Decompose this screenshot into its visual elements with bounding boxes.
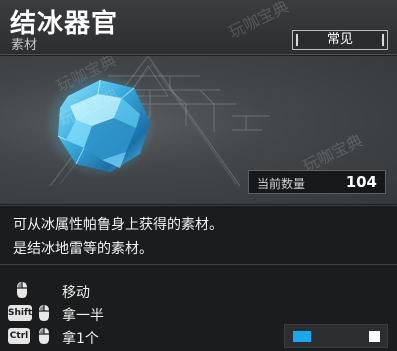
- controls-hint: 移动 Shift 拿一半 Ctrl 拿1个: [0, 266, 397, 351]
- control-move[interactable]: 移动: [0, 280, 260, 302]
- mouse-left-click-icon: [17, 282, 27, 298]
- item-header: 结冰器官 素材 常见 玩咖宝典: [0, 0, 397, 55]
- owned-label: 当前数量: [257, 177, 306, 191]
- control-label: 移动: [62, 285, 90, 301]
- control-take-half[interactable]: Shift 拿一半: [0, 303, 260, 325]
- quantity-slider[interactable]: [284, 324, 388, 348]
- owned-count: 104: [345, 173, 377, 191]
- description-line: 可从冰属性帕鲁身上获得的素材。: [13, 217, 223, 233]
- watermark: 玩咖宝典: [225, 0, 292, 42]
- ctrl-key: Ctrl: [8, 328, 30, 344]
- shift-key: Shift: [8, 305, 32, 321]
- item-detail-panel: 结冰器官 素材 常见 玩咖宝典 玩咖宝典 当前数量 104 可从冰属性帕鲁身上获…: [0, 0, 397, 351]
- control-label: 拿1个: [62, 331, 99, 347]
- owned-count-box: 当前数量 104: [248, 170, 386, 194]
- control-label: 拿一半: [62, 308, 104, 324]
- slider-fill: [293, 331, 311, 342]
- description-line: 是结冰地雷等的素材。: [13, 241, 153, 257]
- item-description: 可从冰属性帕鲁身上获得的素材。 是结冰地雷等的素材。: [0, 205, 397, 265]
- slider-knob[interactable]: [369, 331, 380, 342]
- control-take-one[interactable]: Ctrl 拿1个: [0, 326, 260, 348]
- mouse-left-click-icon: [39, 305, 49, 321]
- mouse-left-click-icon: [39, 328, 49, 344]
- rarity-badge: 常见: [292, 30, 388, 50]
- item-category: 素材: [11, 38, 38, 53]
